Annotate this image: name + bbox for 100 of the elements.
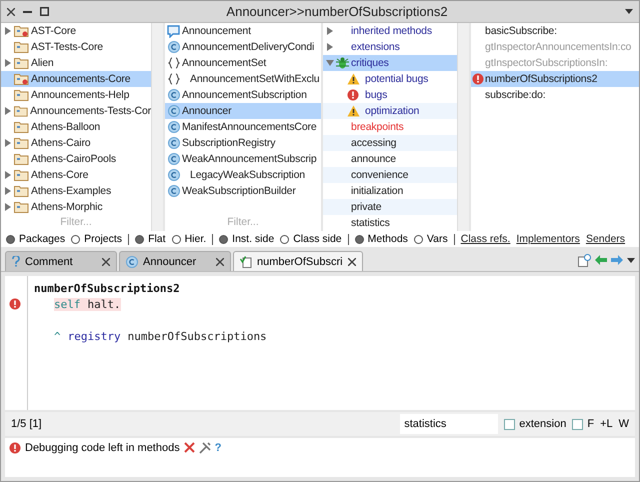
class-icon (168, 89, 180, 101)
package-item[interactable]: Athens-CairoPools (1, 151, 151, 167)
package-item[interactable]: Announcements-Tests-Cor (1, 103, 151, 119)
checkbox[interactable]: F (572, 418, 594, 430)
class-item[interactable]: Announcer (165, 103, 321, 119)
class-icon (168, 185, 180, 197)
protocol-item[interactable]: announce (323, 151, 457, 167)
scrollbar[interactable] (151, 23, 163, 231)
folder-icon (14, 201, 29, 213)
package-item[interactable]: AST-Core (1, 23, 151, 39)
radio-option[interactable]: Class side (280, 233, 342, 245)
class-icon (168, 153, 180, 165)
protocol-item[interactable]: critiques (323, 55, 457, 71)
warning-icon (346, 105, 360, 117)
editor-tab[interactable]: Comment (5, 251, 117, 271)
flag-label: +L (600, 418, 613, 430)
code-editor[interactable]: numberOfSubscriptions2 self halt. ^ registry numberOfSubscriptions (5, 276, 635, 410)
close-icon[interactable] (102, 258, 110, 266)
radio-option[interactable]: Projects (71, 233, 122, 245)
package-item[interactable]: Announcements-Help (1, 87, 151, 103)
code-line: ^ registry numberOfSubscriptions (54, 330, 267, 342)
method-item[interactable]: numberOfSubscriptions2 (471, 71, 639, 87)
collapsed-arrow-icon[interactable] (4, 139, 12, 147)
editor-tab[interactable]: Announcer (119, 251, 231, 271)
protocol-field[interactable]: statistics (400, 414, 498, 434)
checkbox[interactable]: extension (504, 418, 566, 430)
radio-option[interactable]: Flat (135, 233, 166, 245)
collapsed-arrow-icon[interactable] (4, 203, 12, 211)
class-item[interactable]: AnnouncementSetWithExclu (165, 71, 321, 87)
radio-option[interactable]: Packages (6, 233, 66, 245)
protocol-item[interactable]: initialization (323, 183, 457, 199)
protocol-item[interactable]: optimization (323, 103, 457, 119)
folder-icon (14, 89, 29, 101)
package-item[interactable]: Athens-Cairo (1, 135, 151, 151)
braces-icon (168, 57, 180, 69)
class-item[interactable]: Announcement (165, 23, 321, 39)
new-window-icon[interactable] (578, 254, 591, 266)
collapsed-arrow-icon[interactable] (4, 107, 12, 115)
radio-option[interactable]: Hier. (172, 233, 206, 245)
flag-label: W (618, 418, 629, 430)
class-item[interactable]: WeakSubscriptionBuilder (165, 183, 321, 199)
folder-icon (14, 105, 28, 117)
collapsed-arrow-icon[interactable] (4, 171, 12, 179)
folder-with-badge-icon (14, 73, 29, 85)
dropdown-caret-icon[interactable] (625, 9, 633, 14)
class-item[interactable]: AnnouncementSet (165, 55, 321, 71)
filter-field[interactable]: Filter... (165, 215, 321, 229)
class-item[interactable]: ManifestAnnouncementsCore (165, 119, 321, 135)
radio-option[interactable]: Methods (354, 233, 408, 245)
radio-option[interactable]: Vars (414, 233, 448, 245)
expanded-arrow-icon[interactable] (326, 59, 334, 67)
protocol-item[interactable]: bugs (323, 87, 457, 103)
package-item[interactable]: Athens-Examples (1, 183, 151, 199)
query-link[interactable]: Senders (586, 233, 626, 245)
package-item[interactable]: Announcements-Core (1, 71, 151, 87)
scrollbar[interactable] (457, 23, 469, 231)
error-icon (347, 89, 359, 101)
query-link[interactable]: Implementors (516, 233, 580, 245)
forward-arrow-icon[interactable] (611, 255, 623, 265)
tools-icon[interactable] (198, 442, 211, 454)
class-item[interactable]: WeakAnnouncementSubscrip (165, 151, 321, 167)
radio-option[interactable]: Inst. side (219, 233, 274, 245)
protocol-item[interactable]: statistics (323, 215, 457, 231)
close-icon[interactable] (216, 258, 224, 266)
protocol-item[interactable]: accessing (323, 135, 457, 151)
class-icon (168, 169, 180, 181)
class-item[interactable]: SubscriptionRegistry (165, 135, 321, 151)
collapsed-arrow-icon[interactable] (4, 187, 12, 195)
package-item[interactable]: Athens-Core (1, 167, 151, 183)
cross-icon[interactable] (184, 442, 195, 453)
package-item[interactable]: Athens-Morphic (1, 199, 151, 215)
back-arrow-icon[interactable] (595, 255, 607, 265)
close-icon[interactable] (7, 8, 15, 16)
folder-icon (14, 137, 29, 149)
maximize-icon[interactable] (40, 7, 49, 16)
close-icon[interactable] (348, 258, 356, 266)
protocol-item[interactable]: potential bugs (323, 71, 457, 87)
protocol-item[interactable]: breakpoints (323, 119, 457, 135)
filter-field[interactable]: Filter... (1, 215, 151, 229)
critique-text: Debugging code left in methods (25, 442, 180, 454)
protocol-item[interactable]: extensions (323, 39, 457, 55)
collapsed-arrow-icon[interactable] (4, 59, 12, 67)
help-link[interactable]: ? (214, 442, 222, 454)
protocol-item[interactable]: private (323, 199, 457, 215)
class-item[interactable]: LegacyWeakSubscription (165, 167, 321, 183)
package-item[interactable]: Alien (1, 55, 151, 71)
editor-tab[interactable]: numberOfSubscri (233, 251, 363, 271)
document-check-icon (240, 256, 252, 268)
method-item[interactable]: subscribe:do: (471, 87, 639, 103)
class-item[interactable]: AnnouncementSubscription (165, 87, 321, 103)
protocol-item[interactable]: inherited methods (323, 23, 457, 39)
collapsed-arrow-icon[interactable] (4, 27, 12, 35)
query-link[interactable]: Class refs. (460, 233, 510, 245)
method-item[interactable]: basicSubscribe: (471, 23, 639, 39)
dropdown-caret-icon[interactable] (627, 258, 635, 262)
class-item[interactable]: AnnouncementDeliveryCondi (165, 39, 321, 55)
package-item[interactable]: AST-Tests-Core (1, 39, 151, 55)
minimize-icon[interactable] (23, 10, 32, 12)
package-item[interactable]: Athens-Balloon (1, 119, 151, 135)
protocol-item[interactable]: convenience (323, 167, 457, 183)
